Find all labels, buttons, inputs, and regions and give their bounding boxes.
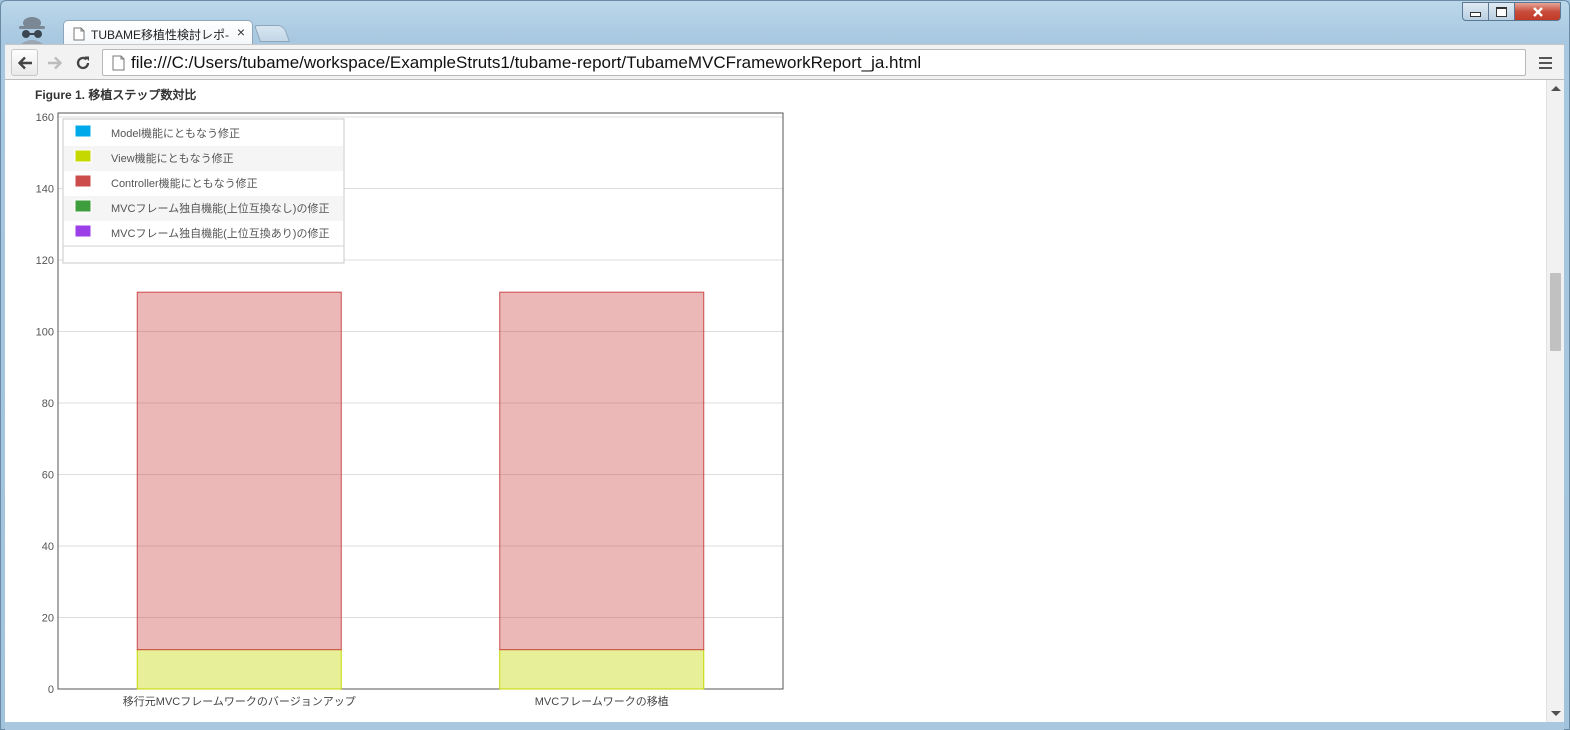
legend-box [62, 118, 345, 264]
page-icon [112, 55, 125, 71]
maximize-icon [1496, 6, 1507, 17]
back-button[interactable] [11, 49, 38, 76]
vertical-scrollbar[interactable] [1546, 80, 1564, 722]
bar-segment [499, 649, 705, 690]
bar-segment [499, 291, 705, 651]
back-arrow-icon [17, 56, 32, 69]
reload-button[interactable] [69, 49, 96, 76]
y-tick-label: 160 [36, 112, 54, 124]
x-tick-label: MVCフレームワークの移植 [535, 694, 669, 708]
y-tick-label: 120 [36, 255, 54, 267]
y-tick-label: 20 [42, 613, 54, 625]
page-content: Figure 1. 移植ステップ数対比 0 20 40 60 80 100 120 140 16… [5, 80, 1546, 722]
incognito-icon [19, 17, 45, 44]
minimize-icon [1470, 12, 1481, 17]
stacked-bar-chart: 0 20 40 60 80 100 120 140 160 移行元MVCフレームワークのバージョン… [36, 112, 784, 708]
scroll-down-arrow-icon[interactable] [1551, 711, 1561, 716]
y-tick-label: 140 [36, 184, 54, 196]
y-tick-label: 60 [42, 470, 54, 482]
reload-icon [76, 56, 89, 69]
browser-toolbar [5, 44, 1564, 80]
legend-label: MVCフレーム独自機能(上位互換なし)の修正 [111, 201, 329, 215]
chrome-menu-button[interactable] [1533, 51, 1557, 75]
tab-close-icon[interactable]: × [237, 24, 245, 40]
address-bar[interactable] [102, 49, 1526, 76]
scrollbar-thumb[interactable] [1550, 273, 1561, 351]
page-icon [73, 27, 85, 41]
close-icon [1532, 6, 1543, 17]
legend-swatch [74, 174, 92, 188]
y-tick-label: 40 [42, 541, 54, 553]
new-tab-button[interactable] [253, 25, 291, 42]
maximize-button[interactable] [1489, 2, 1515, 21]
address-input[interactable] [131, 52, 1511, 73]
scroll-up-arrow-icon[interactable] [1551, 86, 1561, 91]
close-window-button[interactable] [1515, 2, 1561, 21]
legend-swatch [74, 224, 92, 238]
minimize-button[interactable] [1462, 2, 1489, 21]
tab-title: TUBAME移植性検討レポ- [91, 28, 229, 42]
forward-arrow-icon [47, 56, 62, 69]
y-tick-label: 0 [48, 684, 54, 696]
window-controls [1462, 2, 1561, 22]
y-tick-label: 100 [36, 327, 54, 339]
legend-label: Controller機能にともなう修正 [111, 176, 258, 190]
window-bottom-edge [5, 722, 1564, 730]
x-tick-label: 移行元MVCフレームワークのバージョンアップ [123, 695, 356, 708]
hamburger-menu-icon [1538, 57, 1552, 59]
legend-label: View機能にともなう修正 [111, 151, 234, 165]
browser-tab[interactable]: TUBAME移植性検討レポ- × [63, 20, 253, 46]
forward-button[interactable] [41, 49, 68, 76]
legend-label: Model機能にともなう修正 [111, 126, 240, 140]
legend-swatch [74, 199, 92, 213]
y-tick-label: 80 [42, 398, 54, 410]
legend-label: MVCフレーム独自機能(上位互換あり)の修正 [111, 226, 329, 240]
legend-swatch [74, 149, 92, 163]
bar-segment [136, 649, 342, 690]
legend-swatch [74, 124, 92, 138]
bar-segment [136, 291, 342, 651]
